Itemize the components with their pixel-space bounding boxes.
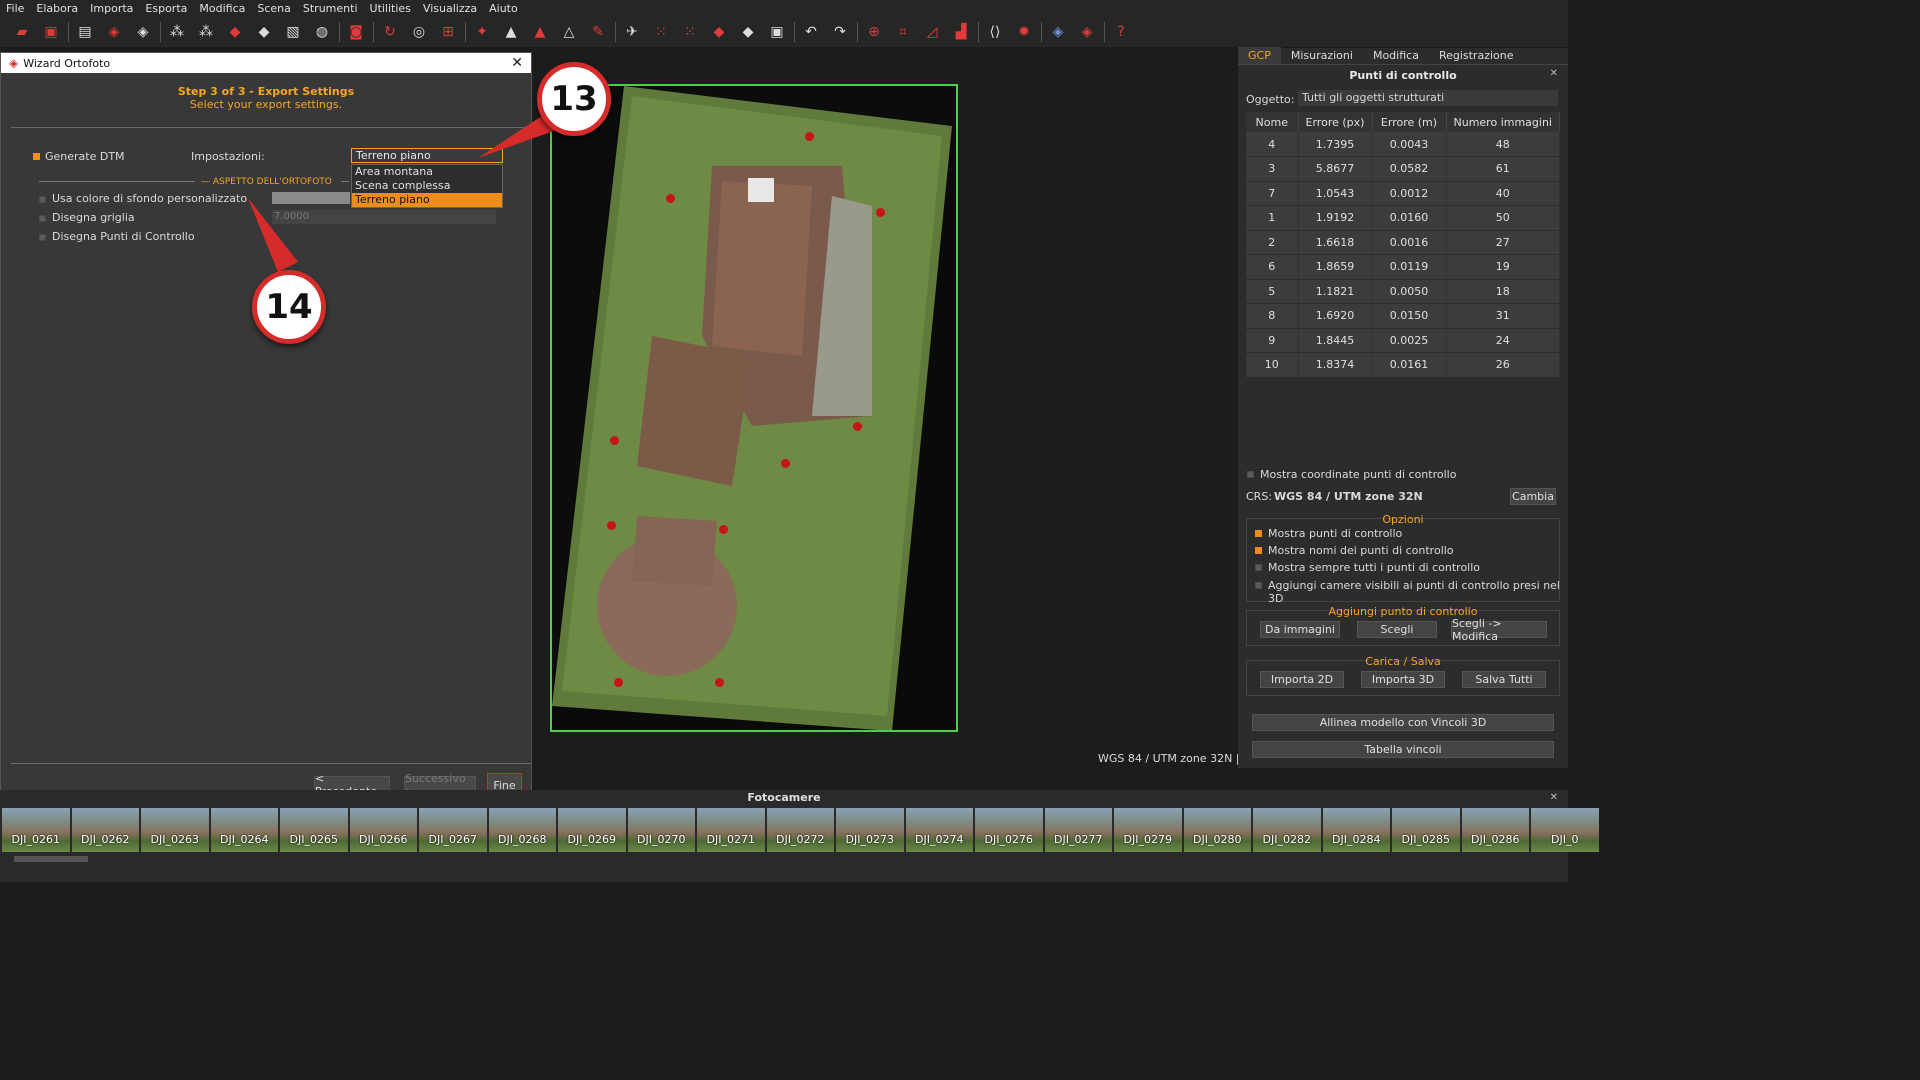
arrow-14 xyxy=(248,198,298,272)
annotation-arrows xyxy=(248,112,562,272)
annotation-badge-13: 13 xyxy=(537,62,611,136)
annotation-badge-14: 14 xyxy=(252,270,326,344)
